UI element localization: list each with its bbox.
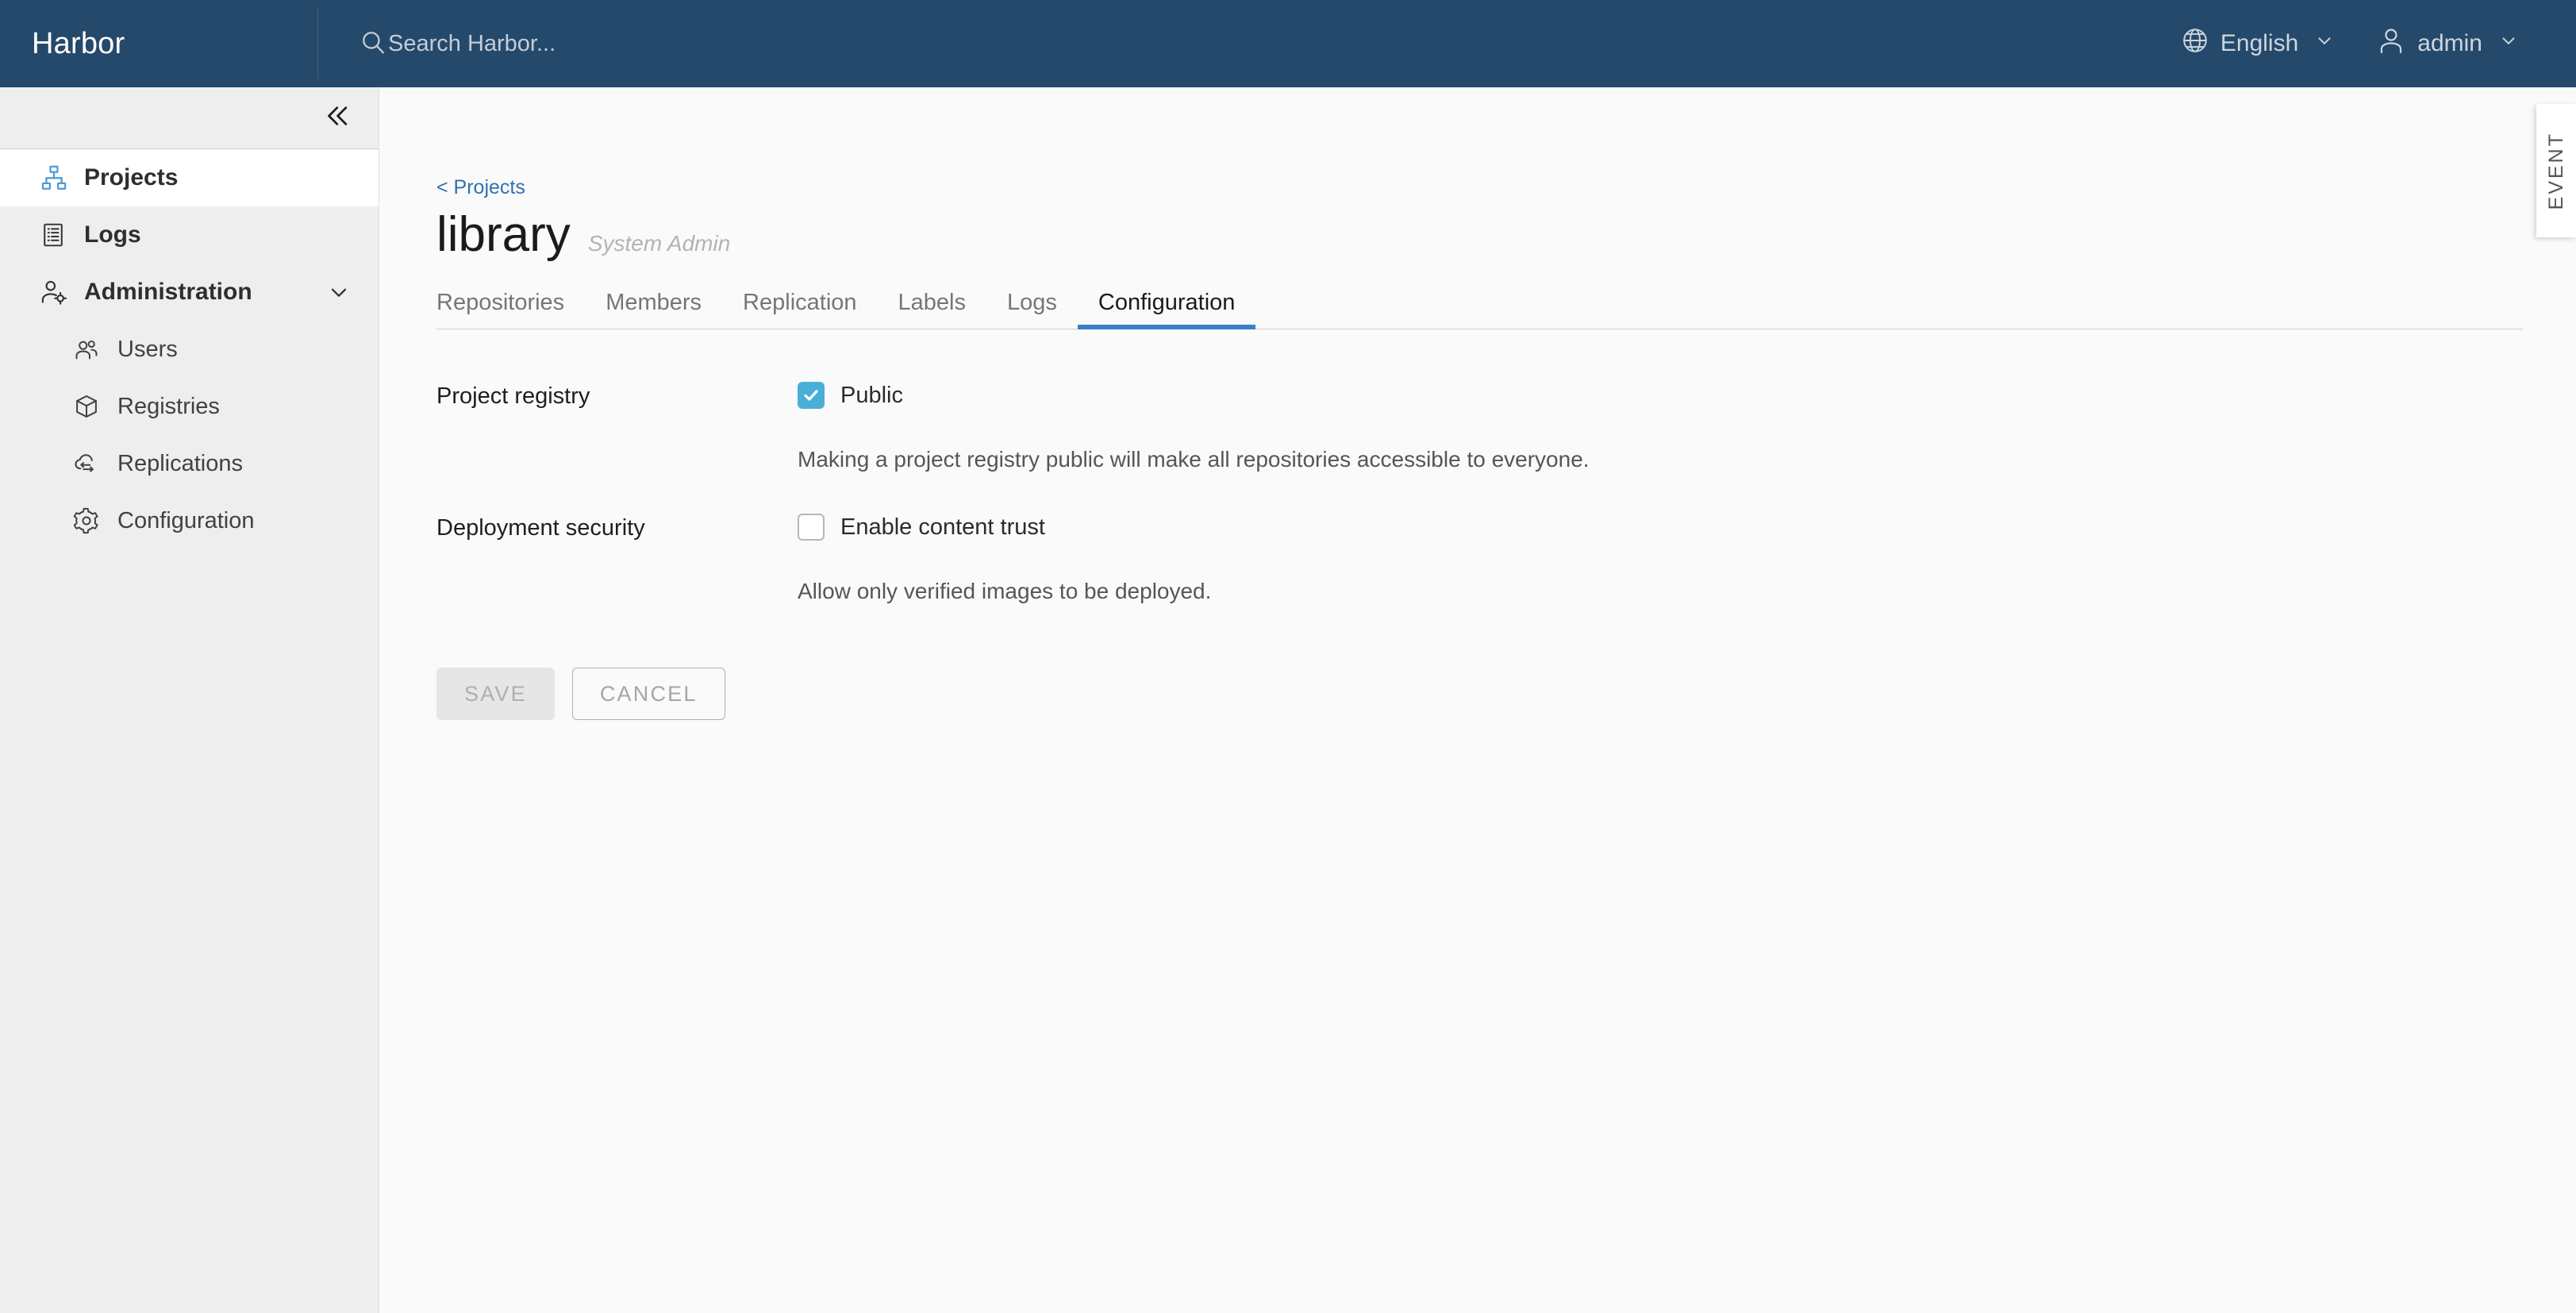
form-row-project-registry: Project registry Public Making a project… — [436, 382, 2576, 472]
language-label: English — [2220, 32, 2298, 56]
sidebar-item-label: Projects — [84, 164, 178, 191]
public-checkbox[interactable] — [798, 382, 825, 409]
search-input[interactable] — [388, 31, 959, 57]
sidebar-item-label: Configuration — [117, 508, 255, 534]
replications-icon — [73, 450, 105, 477]
event-panel-toggle[interactable]: EVENT — [2536, 104, 2576, 237]
logs-icon — [40, 221, 73, 248]
sidebar-item-logs[interactable]: Logs — [0, 206, 379, 264]
public-checkbox-row[interactable]: Public — [798, 382, 2576, 409]
field-label: Project registry — [436, 382, 798, 410]
sidebar-item-registries[interactable]: Registries — [0, 378, 379, 435]
event-panel-label: EVENT — [2545, 132, 2568, 210]
sidebar-collapse-button[interactable] — [0, 87, 379, 149]
sidebar-item-replications[interactable]: Replications — [0, 435, 379, 492]
configuration-icon — [73, 507, 105, 534]
main-content: < Projects library System Admin Reposito… — [380, 87, 2576, 1313]
cancel-button[interactable]: CANCEL — [572, 668, 725, 720]
double-chevron-left-icon — [321, 101, 352, 135]
app-brand[interactable]: Harbor — [0, 0, 317, 87]
project-role-badge: System Admin — [588, 231, 730, 256]
user-icon — [2376, 25, 2406, 62]
chevron-down-icon — [2314, 30, 2335, 57]
public-checkbox-label: Public — [840, 383, 903, 409]
sidebar-item-label: Registries — [117, 394, 220, 420]
tab-repositories[interactable]: Repositories — [436, 282, 585, 329]
project-tabs: Repositories Members Replication Labels … — [436, 282, 2523, 329]
tab-labels[interactable]: Labels — [878, 282, 986, 329]
tab-replication[interactable]: Replication — [722, 282, 877, 329]
users-icon — [73, 336, 105, 363]
tab-configuration[interactable]: Configuration — [1078, 282, 1256, 329]
sidebar-item-configuration[interactable]: Configuration — [0, 492, 379, 549]
field-label: Deployment security — [436, 514, 798, 541]
account-menu[interactable]: admin — [2355, 0, 2539, 87]
sidebar-item-label: Logs — [84, 221, 141, 248]
sidebar-nav: Projects Logs — [0, 87, 379, 1313]
form-actions: SAVE CANCEL — [436, 668, 2576, 720]
registries-icon — [73, 393, 105, 420]
sidebar-item-projects[interactable]: Projects — [0, 149, 379, 206]
content-trust-checkbox-row[interactable]: Enable content trust — [798, 514, 2576, 541]
content-trust-help-text: Allow only verified images to be deploye… — [798, 579, 2576, 604]
content-trust-checkbox[interactable] — [798, 514, 825, 541]
form-row-deployment-security: Deployment security Enable content trust… — [436, 514, 2576, 604]
project-header: library System Admin — [436, 210, 2576, 260]
header-actions: English admin — [2160, 0, 2539, 87]
app-root: Harbor — [0, 0, 2576, 1313]
sidebar-item-administration[interactable]: Administration — [0, 264, 379, 321]
search-icon — [359, 29, 386, 60]
configuration-form: Project registry Public Making a project… — [436, 382, 2576, 720]
content-trust-checkbox-label: Enable content trust — [840, 514, 1045, 541]
chevron-down-icon[interactable] — [326, 279, 352, 305]
save-button[interactable]: SAVE — [436, 668, 555, 720]
breadcrumb[interactable]: < Projects — [436, 176, 525, 199]
language-selector[interactable]: English — [2160, 0, 2355, 87]
account-label: admin — [2417, 32, 2482, 56]
public-help-text: Making a project registry public will ma… — [798, 447, 2576, 472]
sidebar-item-users[interactable]: Users — [0, 321, 379, 378]
administration-icon — [40, 278, 73, 306]
page-title: library — [436, 210, 571, 260]
chevron-down-icon — [2498, 30, 2519, 57]
top-header: Harbor — [0, 0, 2576, 87]
header-divider — [317, 9, 318, 79]
sidebar-item-label: Users — [117, 337, 178, 363]
sidebar-item-label: Administration — [84, 279, 252, 306]
sidebar-item-label: Replications — [117, 451, 243, 477]
tab-members[interactable]: Members — [585, 282, 722, 329]
tab-logs[interactable]: Logs — [986, 282, 1078, 329]
global-search[interactable] — [359, 0, 2160, 87]
projects-icon — [40, 164, 73, 192]
globe-icon — [2181, 26, 2209, 61]
form-spacer — [436, 472, 2576, 514]
